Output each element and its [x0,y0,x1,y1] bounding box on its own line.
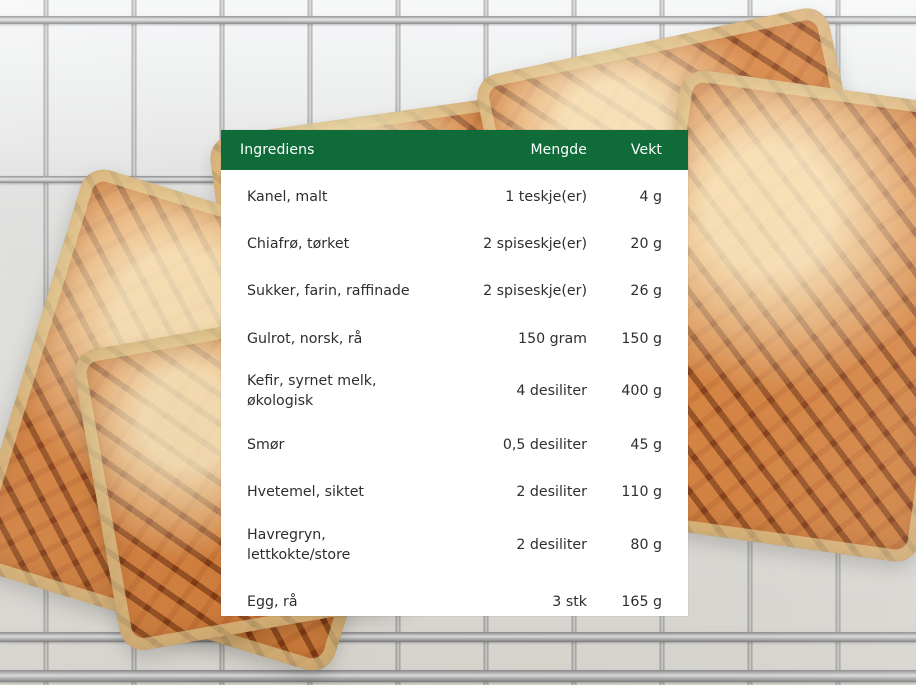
table-row: Hvetemel, siktet 2 desiliter 110 g [221,479,688,505]
ingredient-cell: Sukker, farin, raffinade [247,283,410,299]
table-row: Havregryn, lettkokte/store 2 desiliter 8… [221,522,688,568]
amount-cell: 0,5 desiliter [502,437,587,453]
amount-cell: 2 desiliter [516,537,587,553]
ingredient-cell: Egg, rå [247,594,298,610]
weight-cell: 110 g [621,484,662,500]
table-row: Kanel, malt 1 teskje(er) 4 g [221,184,688,210]
weight-cell: 4 g [639,189,662,205]
weight-cell: 20 g [630,236,662,252]
weight-cell: 26 g [630,283,662,299]
ingredient-cell: Smør [247,437,285,453]
ingredient-cell: Chiafrø, tørket [247,236,350,252]
table-header: Ingrediens Mengde Vekt [221,130,688,170]
ingredient-table: Ingrediens Mengde Vekt Kanel, malt 1 tes… [221,130,688,616]
table-row: Sukker, farin, raffinade 2 spiseskje(er)… [221,278,688,304]
amount-cell: 4 desiliter [516,383,587,399]
ingredient-cell: Hvetemel, siktet [247,484,364,500]
table-row: Smør 0,5 desiliter 45 g [221,432,688,458]
ingredient-cell: Havregryn, lettkokte/store [247,527,351,563]
weight-cell: 80 g [630,537,662,553]
amount-column-header: Mengde [530,142,587,158]
table-row: Gulrot, norsk, rå 150 gram 150 g [221,326,688,352]
amount-cell: 1 teskje(er) [505,189,587,205]
recipe-photo-scene: Ingrediens Mengde Vekt Kanel, malt 1 tes… [0,0,916,685]
weight-cell: 400 g [621,383,662,399]
amount-cell: 150 gram [518,331,587,347]
ingredient-cell: Gulrot, norsk, rå [247,331,363,347]
amount-cell: 3 stk [552,594,587,610]
weight-cell: 45 g [630,437,662,453]
amount-cell: 2 spiseskje(er) [483,236,587,252]
table-body: Kanel, malt 1 teskje(er) 4 g Chiafrø, tø… [221,170,688,616]
amount-cell: 2 desiliter [516,484,587,500]
ingredient-cell: Kefir, syrnet melk, økologisk [247,373,377,409]
weight-cell: 150 g [621,331,662,347]
ingredient-column-header: Ingrediens [240,142,315,158]
table-row: Kefir, syrnet melk, økologisk 4 desilite… [221,368,688,414]
amount-cell: 2 spiseskje(er) [483,283,587,299]
weight-cell: 165 g [621,594,662,610]
table-row: Egg, rå 3 stk 165 g [221,589,688,615]
ingredient-cell: Kanel, malt [247,189,328,205]
weight-column-header: Vekt [630,142,662,158]
table-row: Chiafrø, tørket 2 spiseskje(er) 20 g [221,231,688,257]
